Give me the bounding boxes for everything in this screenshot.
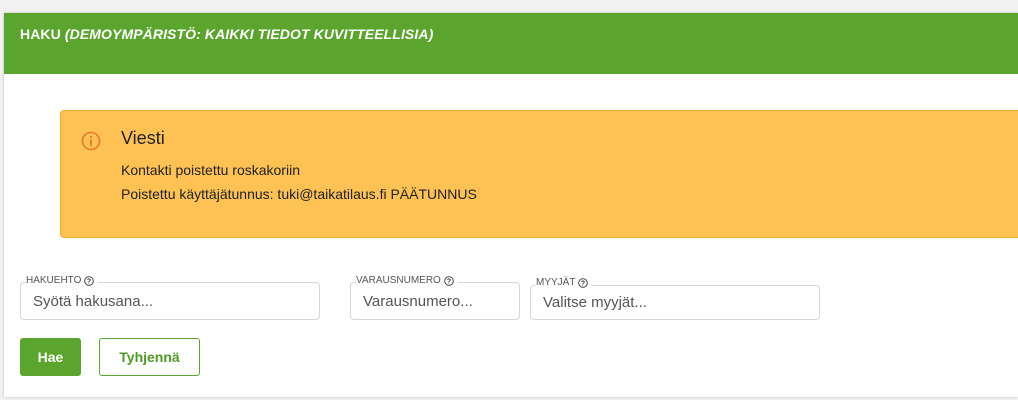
hakuehto-label: HAKUEHTO ? (26, 275, 99, 286)
varausnumero-label: VARAUSNUMERO ? (356, 275, 458, 286)
myyjat-field: MYYJÄT ? (530, 277, 820, 323)
myyjat-select[interactable] (530, 285, 820, 320)
help-icon[interactable]: ? (578, 277, 589, 288)
message-alert: Viesti Kontakti poistettu roskakoriin Po… (60, 110, 1018, 238)
svg-text:?: ? (447, 278, 451, 285)
alert-message-line: Kontakti poistettu roskakoriin (121, 162, 300, 178)
header-title: HAKU (20, 26, 61, 42)
info-icon (81, 131, 101, 151)
alert-title: Viesti (121, 128, 165, 148)
hakuehto-input[interactable] (20, 282, 320, 320)
panel-header: HAKU (DEMOYMPÄRISTÖ: KAIKKI TIEDOT KUVIT… (4, 13, 1018, 74)
help-icon[interactable]: ? (84, 275, 95, 286)
header-subtitle: (DEMOYMPÄRISTÖ: KAIKKI TIEDOT KUVITTEELL… (64, 26, 434, 42)
svg-text:?: ? (581, 280, 585, 287)
myyjat-label-text: MYYJÄT (536, 277, 576, 288)
help-icon[interactable]: ? (444, 275, 454, 286)
myyjat-label: MYYJÄT ? (536, 277, 593, 288)
alert-message-line: Poistettu käyttäjätunnus: tuki@taikatila… (121, 186, 477, 202)
search-button[interactable]: Hae (20, 338, 81, 376)
varausnumero-label-text: VARAUSNUMERO (356, 275, 441, 286)
varausnumero-field: VARAUSNUMERO ? (350, 275, 520, 321)
hakuehto-field: HAKUEHTO ? (20, 275, 320, 321)
varausnumero-input[interactable] (350, 282, 520, 320)
svg-text:?: ? (87, 278, 91, 285)
hakuehto-label-text: HAKUEHTO (26, 275, 82, 286)
clear-button[interactable]: Tyhjennä (99, 338, 200, 376)
search-panel: HAKU (DEMOYMPÄRISTÖ: KAIKKI TIEDOT KUVIT… (4, 13, 1018, 397)
